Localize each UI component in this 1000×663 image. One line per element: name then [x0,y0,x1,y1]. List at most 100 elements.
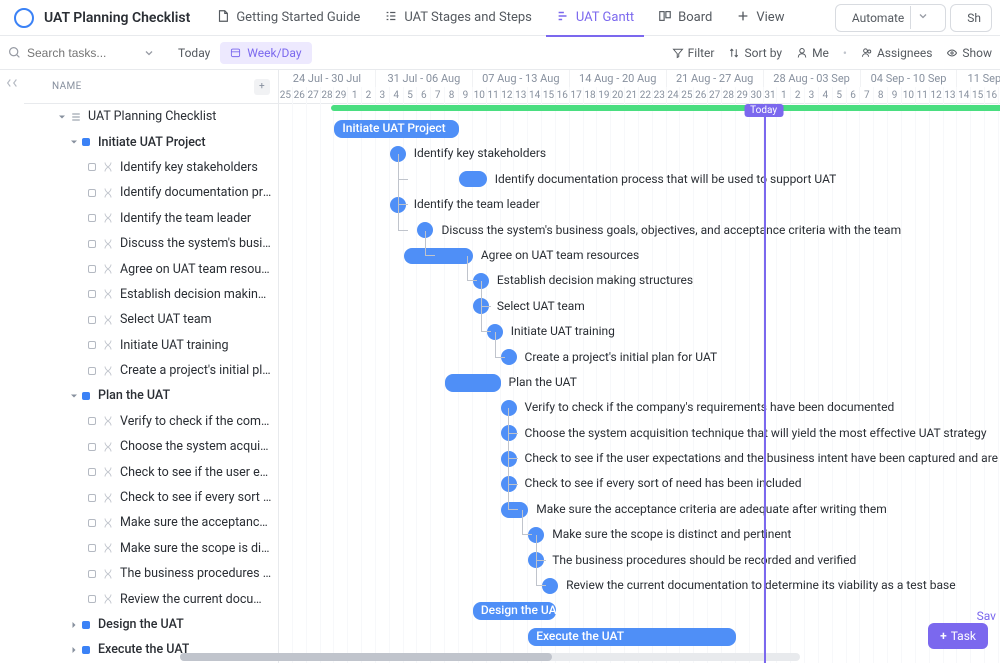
day-header: 15 [971,87,985,104]
new-task-button[interactable]: +Task [928,623,988,649]
tab-getting-started-guide[interactable]: Getting Started Guide [206,0,370,36]
gantt-bar-label: Identify key stakeholders [414,146,546,160]
day-header: 25 [680,87,694,104]
add-column-button[interactable]: + [254,79,270,95]
sidebar-row[interactable]: Plan the UAT [24,383,278,408]
dependency-connector [481,281,491,306]
sidebar-row[interactable]: Design the UAT [24,612,278,637]
dependency-connector [398,205,408,230]
sidebar-row[interactable]: Make sure the scope is dis… [24,536,278,561]
row-label: Agree on UAT team resour… [120,262,272,277]
sidebar-row[interactable]: The business procedures s… [24,561,278,586]
day-header: 6 [847,87,861,104]
dependency-connector [425,231,435,256]
row-label: Make sure the acceptance … [120,515,272,530]
gantt-bar-label: Review the current documentation to dete… [566,578,956,592]
week-header: 14 Aug - 20 Aug [570,70,667,87]
gantt-bar[interactable] [459,171,487,187]
sidebar-row[interactable]: Verify to check if the comp… [24,409,278,434]
tab-uat-gantt[interactable]: UAT Gantt [546,0,644,36]
row-label: Execute the UAT [98,642,189,657]
day-header: 10 [902,87,916,104]
tab-view[interactable]: View [726,0,794,36]
save-hint[interactable]: Sav [977,609,996,623]
automate-dropdown[interactable] [910,6,935,29]
day-header: 25 [279,87,293,104]
sidebar-row[interactable]: Establish decision making … [24,282,278,307]
gantt-bar-label: Execute the UAT [536,629,624,643]
gantt-bar-label: Verify to check if the company's require… [525,400,895,414]
sidebar-row[interactable]: Create a project's initial pl… [24,358,278,383]
day-header: 7 [860,87,874,104]
row-label: Initiate UAT Project [98,135,206,150]
sidebar-row[interactable]: UAT Planning Checklist [24,104,278,129]
day-header: 4 [390,87,404,104]
status-square [88,443,96,451]
filter-icon [672,47,684,59]
row-label: UAT Planning Checklist [88,109,216,124]
sidebar-row[interactable]: Make sure the acceptance … [24,510,278,535]
status-square [88,341,96,349]
today-button[interactable]: Today [178,46,210,60]
day-header: 27 [708,87,722,104]
gantt-bar[interactable] [445,374,500,392]
status-square [88,570,96,578]
range-selector[interactable]: Week/Day [220,42,311,64]
gantt-bar-label: Agree on UAT team resources [481,248,639,262]
dependency-connector [467,256,477,281]
day-header: 3 [376,87,390,104]
row-label: The business procedures s… [120,566,272,581]
me-button[interactable]: Me [796,46,829,60]
sidebar-row[interactable]: Identify documentation pro… [24,180,278,205]
tab-board[interactable]: Board [648,0,722,36]
status-square [88,468,96,476]
day-header: 1 [348,87,362,104]
collapse-sidebar-handle[interactable] [0,70,24,663]
today-marker-line [764,104,766,663]
row-label: Initiate UAT training [120,338,229,353]
today-marker-badge: Today [744,104,783,117]
day-header: 10 [473,87,487,104]
day-header: 2 [362,87,376,104]
search-dropdown-icon[interactable] [143,47,155,59]
sidebar-row[interactable]: Initiate UAT Project [24,129,278,154]
person-icon [796,47,808,59]
day-header: 13 [944,87,958,104]
sidebar-row[interactable]: Select UAT team [24,307,278,332]
automate-button[interactable]: Automate [835,4,946,32]
status-square [88,494,96,502]
dependency-connector [536,535,546,560]
sidebar-row[interactable]: Identify the team leader [24,206,278,231]
list-span-bar [331,105,1000,111]
filter-button[interactable]: Filter [672,46,715,60]
row-label: Choose the system acquisi… [120,439,272,454]
sortby-button[interactable]: Sort by [728,46,782,60]
status-square [88,290,96,298]
sidebar-row[interactable]: Discuss the system's busin… [24,231,278,256]
gantt-bar-label: Initiate UAT training [511,324,615,338]
sidebar-row[interactable]: Choose the system acquisi… [24,434,278,459]
horizontal-scrollbar[interactable] [180,653,800,661]
dependency-connector [508,408,518,433]
day-header: 9 [888,87,902,104]
doc-icon [216,9,230,27]
share-button[interactable]: Sh [950,4,992,32]
row-label: Establish decision making … [120,287,272,302]
show-button[interactable]: Show [946,46,992,60]
week-header: 24 Jul - 30 Jul [279,70,376,87]
sidebar-row[interactable]: Review the current docum… [24,586,278,611]
assignees-button[interactable]: Assignees [861,46,932,60]
gantt-bar[interactable] [404,248,473,264]
sidebar-row[interactable]: Check to see if every sort … [24,485,278,510]
search-input[interactable] [27,46,137,60]
tab-uat-stages-and-steps[interactable]: UAT Stages and Steps [374,0,542,36]
day-header: 11 [916,87,930,104]
sidebar-row[interactable]: Identify key stakeholders [24,155,278,180]
day-header: 28 [321,87,335,104]
sidebar-row[interactable]: Initiate UAT training [24,333,278,358]
day-header: 29 [334,87,348,104]
sidebar-row[interactable]: Check to see if the user ex… [24,459,278,484]
sidebar-row[interactable]: Agree on UAT team resour… [24,256,278,281]
list-icon [384,9,398,27]
day-header: 30 [750,87,764,104]
